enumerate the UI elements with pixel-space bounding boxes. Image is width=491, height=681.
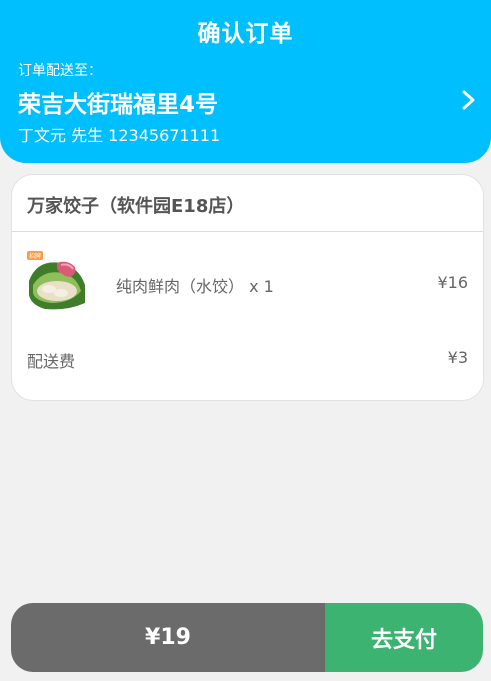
shop-name: 万家饺子（软件园E18店）: [27, 196, 245, 217]
pay-button[interactable]: 去支付: [325, 603, 483, 672]
delivery-fee-label: 配送费: [27, 352, 76, 371]
delivery-address[interactable]: 荣吉大街瑞福里4号: [18, 85, 218, 119]
thumb-badge: 招牌: [29, 252, 41, 260]
checkout-bar: ¥19 去支付: [11, 603, 483, 672]
dish-thumbnail: 招牌: [27, 251, 87, 311]
divider: [12, 231, 483, 232]
dish-name: 纯肉鲜肉（水饺） x 1: [116, 277, 274, 296]
page-title: 确认订单: [197, 21, 294, 47]
delivery-contact[interactable]: 丁文元 先生 12345671111: [18, 122, 220, 146]
order-card: 万家饺子（软件园E18店） 招牌 纯肉鲜肉（水饺） x 1 ¥16 配送费 ¥3: [11, 174, 484, 401]
order-total: ¥19: [11, 603, 325, 672]
deliver-to-label: 订单配送至：: [18, 63, 102, 79]
chevron-right-icon[interactable]: [458, 88, 480, 112]
order-header: 确认订单 订单配送至： 荣吉大街瑞福里4号 丁文元 先生 12345671111: [0, 0, 491, 163]
dish-price: ¥16: [437, 273, 468, 292]
delivery-fee-value: ¥3: [447, 348, 468, 367]
